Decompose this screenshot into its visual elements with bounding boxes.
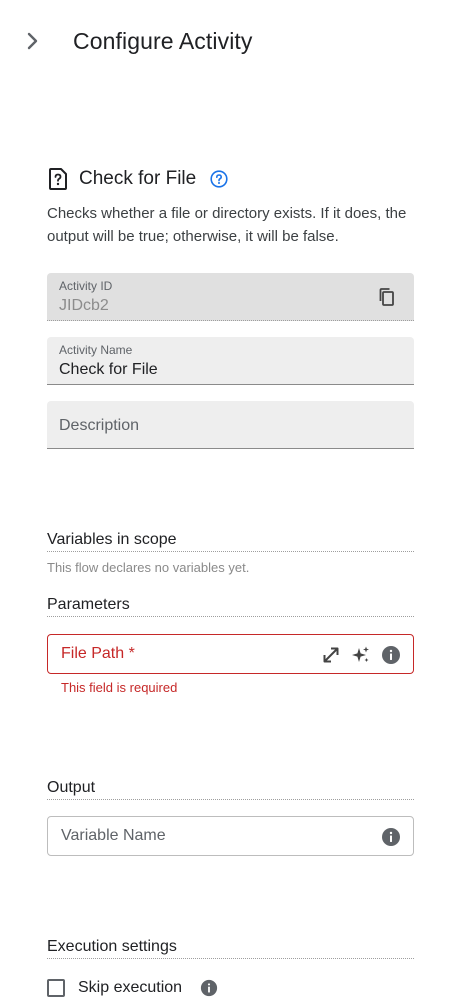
variable-name-actions — [371, 827, 401, 847]
panel-header: Configure Activity — [0, 0, 470, 84]
file-path-label: File Path * — [61, 645, 135, 662]
activity-id-value: JIDcb2 — [59, 297, 109, 314]
info-icon[interactable] — [200, 979, 218, 997]
skip-execution-label[interactable]: Skip execution — [78, 979, 182, 997]
skip-execution-checkbox[interactable] — [47, 979, 65, 997]
activity-id-field[interactable]: Activity ID JIDcb2 — [47, 273, 414, 321]
chevron-right-icon[interactable] — [22, 30, 44, 52]
activity-name-value: Check for File — [59, 361, 158, 378]
variables-empty-text: This flow declares no variables yet. — [47, 560, 250, 575]
description-placeholder: Description — [59, 417, 140, 434]
skip-execution-row: Skip execution — [47, 977, 218, 999]
file-path-actions — [311, 645, 401, 665]
info-icon[interactable] — [381, 827, 401, 847]
description-field[interactable]: Description — [47, 401, 414, 449]
copy-icon[interactable] — [377, 287, 397, 307]
output-heading: Output — [47, 779, 414, 800]
info-icon[interactable] — [381, 645, 401, 665]
activity-description: Checks whether a file or directory exist… — [47, 205, 407, 245]
activity-name-field[interactable]: Activity Name Check for File — [47, 337, 414, 385]
page-title: Configure Activity — [73, 28, 253, 54]
variable-name-input[interactable]: Variable Name — [47, 816, 414, 856]
activity-name-label: Activity Name — [59, 343, 133, 357]
variable-name-placeholder: Variable Name — [61, 827, 166, 844]
activity-id-label: Activity ID — [59, 279, 113, 293]
variables-heading: Variables in scope — [47, 531, 414, 552]
sparkle-icon[interactable] — [351, 645, 371, 665]
parameters-heading: Parameters — [47, 596, 414, 617]
activity-heading: Check for File — [47, 165, 228, 193]
file-path-error: This field is required — [61, 680, 178, 695]
file-path-input[interactable]: File Path * — [47, 634, 414, 674]
file-question-icon — [47, 167, 69, 191]
help-circle-icon[interactable] — [210, 170, 228, 188]
execution-heading: Execution settings — [47, 938, 414, 959]
activity-title: Check for File — [79, 168, 197, 189]
expand-icon[interactable] — [321, 645, 341, 665]
